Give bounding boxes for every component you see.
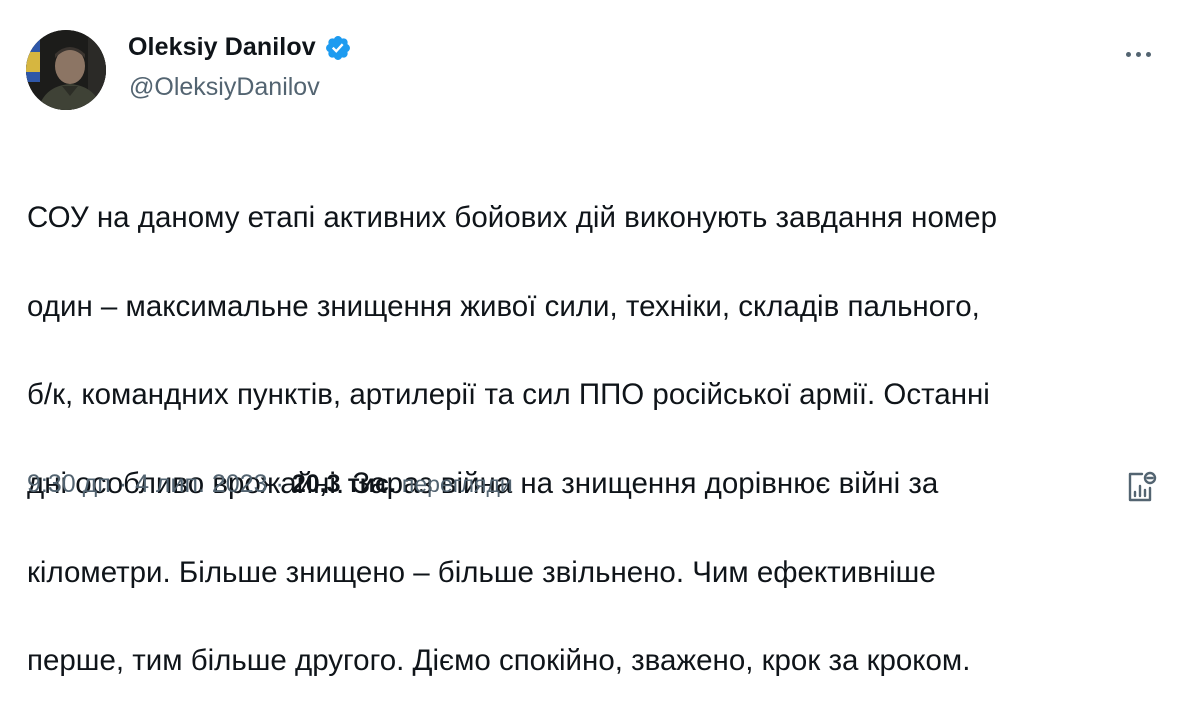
views-count: 20,3 тис.	[291, 470, 396, 498]
tweet-text-line: перше, тим більше другого. Діємо спокійн…	[27, 644, 971, 678]
more-dots-icon	[1145, 51, 1151, 57]
author-name-text[interactable]: Oleksiy Danilov	[128, 33, 316, 62]
views-label: перегляди	[401, 471, 513, 497]
more-dots-icon	[1135, 51, 1141, 57]
analytics-icon[interactable]	[1120, 466, 1160, 506]
tweet-text-line: б/к, командних пунктів, артилерії та сил…	[27, 378, 990, 412]
more-dots-icon	[1125, 51, 1131, 57]
more-options-button[interactable]	[1118, 36, 1158, 72]
tweet-date[interactable]: 4 лип. 2023	[135, 470, 267, 499]
tweet-text-line: кілометри. Більше знищено – більше звіль…	[27, 555, 936, 589]
meta-separator: ·	[275, 470, 284, 498]
verified-badge-icon	[324, 34, 352, 62]
tweet-time[interactable]: 9:30 дп	[27, 470, 111, 499]
tweet: Oleksiy Danilov @OleksiyDanilov СОУ на д…	[0, 0, 1189, 677]
author-name[interactable]: Oleksiy Danilov	[128, 33, 352, 62]
meta-separator: ·	[118, 470, 128, 498]
tweet-text-line: СОУ на даному етапі активних бойових дій…	[27, 201, 997, 235]
avatar[interactable]	[26, 30, 106, 110]
tweet-text: СОУ на даному етапі активних бойових дій…	[27, 152, 1157, 728]
author-handle[interactable]: @OleksiyDanilov	[129, 73, 320, 102]
tweet-text-line: один – максимальне знищення живої сили, …	[27, 289, 980, 323]
tweet-meta: 9:30 дп · 4 лип. 2023 · 20,3 тис. перегл…	[27, 470, 513, 499]
